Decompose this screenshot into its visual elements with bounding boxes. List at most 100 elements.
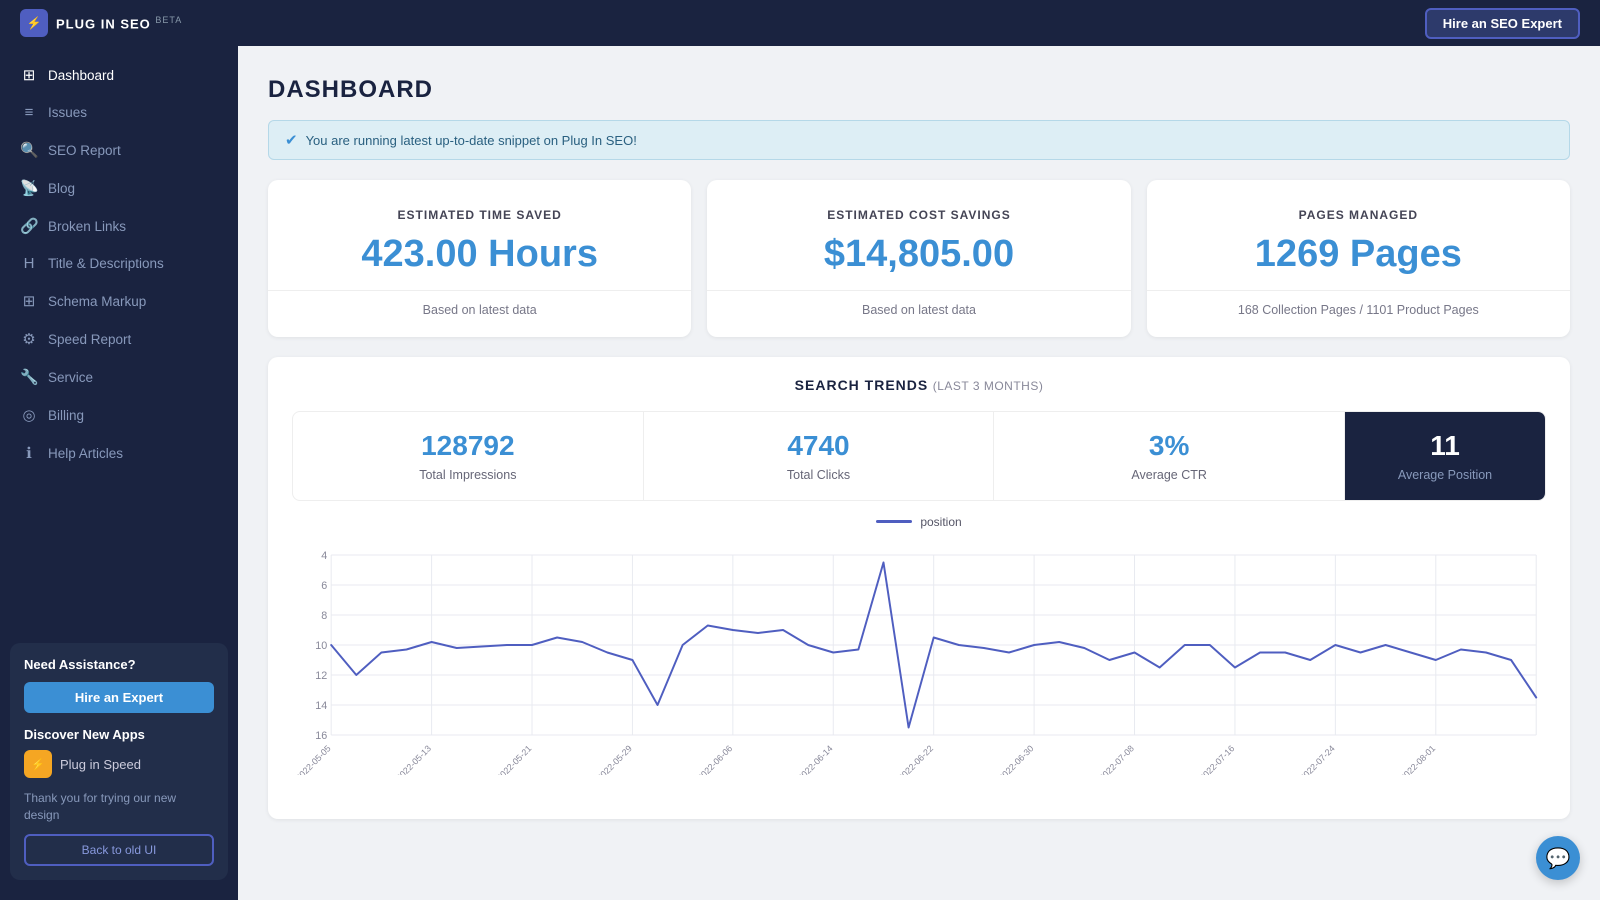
logo-name: PLUG IN SEO — [56, 16, 151, 31]
nav-icon-broken-links: 🔗 — [20, 217, 38, 235]
metric-value-3: 11 — [1365, 430, 1525, 462]
sidebar-item-issues[interactable]: ≡ Issues — [0, 94, 238, 131]
assistance-title: Need Assistance? — [24, 657, 214, 672]
metric-label-0: Total Impressions — [313, 468, 623, 482]
stat-card-0: ESTIMATED TIME SAVED 423.00 Hours Based … — [268, 180, 691, 337]
sidebar-item-speed-report[interactable]: ⚙ Speed Report — [0, 320, 238, 358]
sidebar-item-service[interactable]: 🔧 Service — [0, 358, 238, 396]
svg-text:12: 12 — [315, 670, 327, 682]
main-content: DASHBOARD ✔ You are running latest up-to… — [238, 46, 1600, 900]
sidebar-item-seo-report[interactable]: 🔍 SEO Report — [0, 131, 238, 169]
discover-title: Discover New Apps — [24, 727, 214, 742]
svg-text:14: 14 — [315, 700, 327, 712]
nav-icon-title-descriptions: H — [20, 255, 38, 272]
nav-icon-seo-report: 🔍 — [20, 141, 38, 159]
sidebar-assistance: Need Assistance? Hire an Expert Discover… — [10, 643, 228, 880]
stat-sub-0: Based on latest data — [298, 303, 661, 317]
metric-value-1: 4740 — [664, 430, 974, 462]
nav-label-help-articles: Help Articles — [48, 446, 123, 461]
logo: ⚡ PLUG IN SEO BETA — [20, 9, 182, 37]
hire-seo-expert-button[interactable]: Hire an SEO Expert — [1425, 8, 1580, 39]
nav-label-speed-report: Speed Report — [48, 332, 131, 347]
legend-label: position — [920, 515, 961, 529]
sidebar-item-title-descriptions[interactable]: H Title & Descriptions — [0, 245, 238, 282]
svg-text:2022-06-22: 2022-06-22 — [896, 743, 935, 775]
main-layout: ⊞ Dashboard ≡ Issues 🔍 SEO Report 📡 Blog 🔗 Broken… — [0, 46, 1600, 900]
trends-subtitle: (LAST 3 MONTHS) — [933, 379, 1044, 393]
svg-text:8: 8 — [321, 610, 327, 622]
app-icon: ⚡ — [24, 750, 52, 778]
check-icon: ✔ — [285, 131, 298, 149]
nav-icon-service: 🔧 — [20, 368, 38, 386]
metric-label-3: Average Position — [1365, 468, 1525, 482]
trends-section: SEARCH TRENDS (LAST 3 MONTHS) 128792 Tot… — [268, 357, 1570, 819]
stats-row: ESTIMATED TIME SAVED 423.00 Hours Based … — [268, 180, 1570, 337]
nav-label-dashboard: Dashboard — [48, 68, 114, 83]
alert-bar: ✔ You are running latest up-to-date snip… — [268, 120, 1570, 160]
svg-text:2022-07-16: 2022-07-16 — [1198, 743, 1237, 775]
stat-sub-1: Based on latest data — [737, 303, 1100, 317]
svg-text:2022-05-05: 2022-05-05 — [294, 743, 333, 775]
nav-label-seo-report: SEO Report — [48, 143, 121, 158]
hire-expert-button[interactable]: Hire an Expert — [24, 682, 214, 713]
nav-label-schema-markup: Schema Markup — [48, 294, 146, 309]
alert-text: You are running latest up-to-date snippe… — [306, 133, 637, 148]
logo-icon: ⚡ — [20, 9, 48, 37]
metric-cell-1: 4740 Total Clicks — [644, 412, 995, 500]
nav-label-issues: Issues — [48, 105, 87, 120]
metric-label-2: Average CTR — [1014, 468, 1324, 482]
nav-label-service: Service — [48, 370, 93, 385]
sidebar-item-broken-links[interactable]: 🔗 Broken Links — [0, 207, 238, 245]
sidebar-item-schema-markup[interactable]: ⊞ Schema Markup — [0, 282, 238, 320]
chart-legend: position — [292, 515, 1546, 529]
stat-sub-2: 168 Collection Pages / 1101 Product Page… — [1177, 303, 1540, 317]
svg-text:16: 16 — [315, 730, 327, 742]
page-title: DASHBOARD — [268, 76, 1570, 104]
nav-icon-speed-report: ⚙ — [20, 330, 38, 348]
metric-label-1: Total Clicks — [664, 468, 974, 482]
sidebar-item-blog[interactable]: 📡 Blog — [0, 169, 238, 207]
chat-bubble[interactable]: 💬 — [1536, 836, 1580, 880]
nav-icon-schema-markup: ⊞ — [20, 292, 38, 310]
back-to-old-ui-button[interactable]: Back to old UI — [24, 834, 214, 866]
topbar: ⚡ PLUG IN SEO BETA Hire an SEO Expert — [0, 0, 1600, 46]
position-chart: 4 6 8 10 12 14 162022-05-05 2022-05-13 2022-05-2… — [292, 535, 1546, 775]
trends-header: SEARCH TRENDS (LAST 3 MONTHS) — [292, 377, 1546, 395]
chart-area: position 4 6 8 10 12 14 162022-05-05 2022-05-13… — [292, 515, 1546, 795]
svg-text:2022-07-24: 2022-07-24 — [1298, 743, 1337, 775]
nav-label-broken-links: Broken Links — [48, 219, 126, 234]
nav-icon-help-articles: ℹ — [20, 444, 38, 462]
svg-text:2022-07-08: 2022-07-08 — [1097, 743, 1136, 775]
logo-text: PLUG IN SEO BETA — [56, 15, 182, 31]
nav-icon-dashboard: ⊞ — [20, 66, 38, 84]
svg-text:2022-05-21: 2022-05-21 — [495, 743, 534, 775]
nav-label-title-descriptions: Title & Descriptions — [48, 256, 164, 271]
svg-text:2022-06-14: 2022-06-14 — [796, 743, 835, 775]
svg-text:4: 4 — [321, 550, 327, 562]
stat-card-2: PAGES MANAGED 1269 Pages 168 Collection … — [1147, 180, 1570, 337]
svg-text:2022-05-13: 2022-05-13 — [394, 743, 433, 775]
logo-beta: BETA — [155, 15, 182, 25]
app-item: ⚡ Plug in Speed — [24, 750, 214, 778]
sidebar-item-dashboard[interactable]: ⊞ Dashboard — [0, 56, 238, 94]
sidebar-item-help-articles[interactable]: ℹ Help Articles — [0, 434, 238, 472]
nav-icon-blog: 📡 — [20, 179, 38, 197]
metrics-row: 128792 Total Impressions 4740 Total Clic… — [292, 411, 1546, 501]
nav-label-blog: Blog — [48, 181, 75, 196]
svg-text:10: 10 — [315, 640, 327, 652]
app-name: Plug in Speed — [60, 757, 141, 772]
stat-value-0: 423.00 Hours — [298, 234, 661, 276]
metric-cell-2: 3% Average CTR — [994, 412, 1345, 500]
svg-text:2022-05-29: 2022-05-29 — [595, 743, 634, 775]
metric-value-0: 128792 — [313, 430, 623, 462]
sidebar-item-billing[interactable]: ◎Billing — [0, 396, 238, 434]
nav-icon-issues: ≡ — [20, 104, 38, 121]
stat-card-1: ESTIMATED COST SAVINGS $14,805.00 Based … — [707, 180, 1130, 337]
sidebar: ⊞ Dashboard ≡ Issues 🔍 SEO Report 📡 Blog 🔗 Broken… — [0, 46, 238, 900]
thank-you-text: Thank you for trying our new design — [24, 790, 214, 824]
svg-text:2022-08-01: 2022-08-01 — [1398, 743, 1437, 775]
stat-label-0: ESTIMATED TIME SAVED — [298, 208, 661, 222]
svg-text:6: 6 — [321, 580, 327, 592]
metric-cell-3: 11 Average Position — [1345, 412, 1545, 500]
svg-text:2022-06-06: 2022-06-06 — [695, 743, 734, 775]
